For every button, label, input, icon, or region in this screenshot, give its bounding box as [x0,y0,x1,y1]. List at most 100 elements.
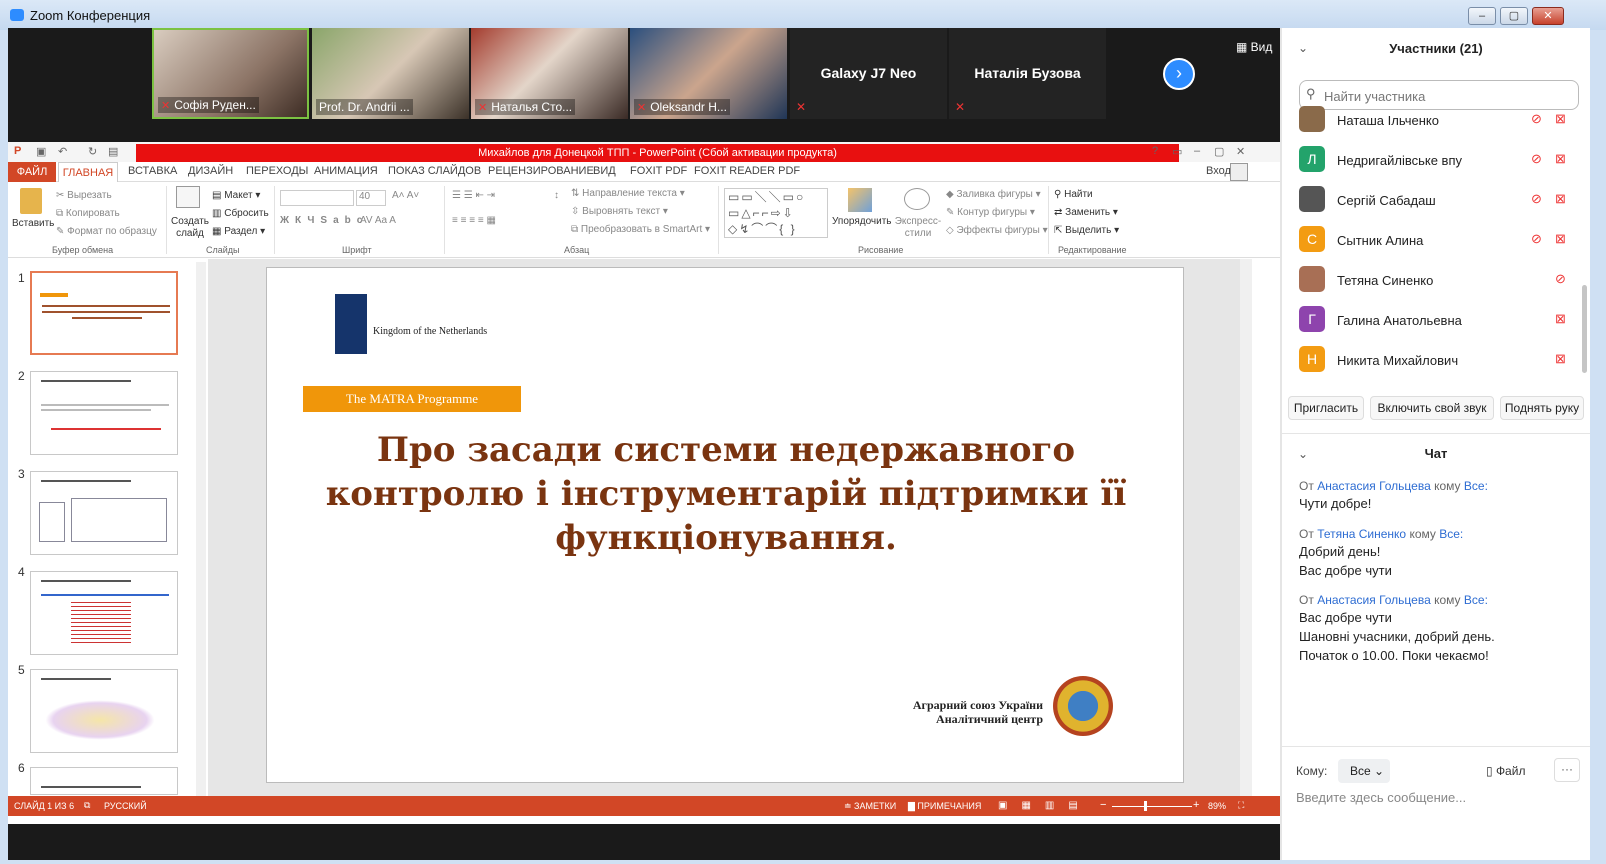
tab-insert[interactable]: ВСТАВКА [128,165,177,177]
slide-thumbnail[interactable] [30,471,178,555]
shape-effects-button[interactable]: ◇ Эффекты фигуры ▾ [946,225,1048,236]
thumbnails-scrollbar[interactable] [196,262,206,802]
tab-design[interactable]: ДИЗАЙН [188,165,233,177]
tab-slideshow[interactable]: ПОКАЗ СЛАЙДОВ [388,165,481,177]
participant-row[interactable]: Г Галина Анатольевна ⊠ [1299,300,1584,340]
quick-styles-button[interactable]: Экспресс-стили [892,216,944,240]
zoom-level[interactable]: 89% [1208,801,1226,811]
tab-file[interactable]: ФАЙЛ [8,162,56,182]
ppt-restore-button[interactable]: ▢ [1214,145,1224,158]
copy-button[interactable]: ⧉ Копировать [56,208,120,219]
slide-thumbnail[interactable] [30,271,178,355]
grow-font-icon[interactable]: A˄ A˅ [392,190,419,201]
font-size-field[interactable]: 40 [356,190,386,206]
comments-button[interactable]: ▇ ПРИМЕЧАНИЯ [908,801,981,812]
video-tile[interactable]: Galaxy J7 Neo ✕ [790,28,947,119]
participant-row[interactable]: Тетяна Синенко ⊘ [1299,260,1584,300]
notes-button[interactable]: ≐ ЗАМЕТКИ [844,801,896,812]
participant-row[interactable]: Н Никита Михайлович ⊠ [1299,340,1584,380]
ribbon-options-icon[interactable]: ▭ [1172,145,1182,158]
video-tile[interactable]: ✕ Софія Руден... [152,28,309,119]
replace-button[interactable]: ⇄ Заменить ▾ [1054,207,1118,218]
slide-thumbnail[interactable] [30,669,178,753]
invite-button[interactable]: Пригласить [1288,396,1364,420]
raise-hand-button[interactable]: Поднять руку [1500,396,1584,420]
slide-thumbnail[interactable] [30,371,178,455]
tab-home[interactable]: ГЛАВНАЯ [58,162,118,183]
video-tile-name: ✕ Софія Руден... [158,97,259,113]
video-tile[interactable]: Наталія Бузова ✕ [949,28,1106,119]
arrange-button[interactable]: Упорядочить [832,216,892,227]
shapes-gallery[interactable]: ▭▭＼＼▭○ ▭△⌐⌐⇨⇩ ◇↯⌒⌒{ } [724,188,828,238]
chat-file-button[interactable]: ▯ Файл [1486,764,1525,778]
redo-icon[interactable]: ↻ [88,145,97,158]
cut-button[interactable]: ✂ Вырезать [56,190,112,201]
section-button[interactable]: ▦ Раздел ▾ [212,226,265,237]
zoom-slider-thumb[interactable] [1144,801,1147,811]
next-page-button[interactable]: › [1163,58,1195,90]
chat-message-input[interactable]: Введите здесь сообщение... [1296,790,1466,805]
undo-icon[interactable]: ↶ [58,145,67,158]
zoom-in-button[interactable]: + [1193,799,1199,811]
slide-thumbnail[interactable] [30,571,178,655]
select-button[interactable]: ⇱ Выделить ▾ [1054,225,1119,236]
view-button[interactable]: ▦ Вид [1236,40,1272,54]
more-options-icon[interactable]: ··· [1554,758,1580,782]
text-direction-button[interactable]: ⇅ Направление текста ▾ [571,188,685,199]
font-name-field[interactable] [280,190,354,206]
format-painter-button[interactable]: ✎ Формат по образцу [56,226,157,237]
tab-foxit-reader[interactable]: FOXIT READER PDF [694,165,800,177]
close-button[interactable]: ✕ [1532,7,1564,25]
ppt-close-button[interactable]: ✕ [1236,145,1245,158]
line-spacing-icon[interactable]: ↕ [554,190,559,201]
bullets-icon[interactable]: ☰ ☰ ⇤ ⇥ [452,190,495,201]
new-slide-button[interactable]: Создать слайд [170,216,210,240]
fit-slide-icon[interactable]: ⛶ [1238,800,1244,811]
video-tile[interactable]: Prof. Dr. Andrii ... [312,28,469,119]
shape-outline-button[interactable]: ✎ Контур фигуры ▾ [946,207,1035,218]
slide-thumbnail[interactable] [30,767,178,795]
reset-button[interactable]: ▥ Сбросить [212,208,269,219]
smartart-button[interactable]: ⧉ Преобразовать в SmartArt ▾ [571,224,710,235]
tab-animation[interactable]: АНИМАЦИЯ [314,165,378,177]
maximize-button[interactable]: ▢ [1500,7,1528,25]
font-spacing-icon[interactable]: AV Aa A [360,215,396,226]
save-icon[interactable]: ▣ [36,145,46,158]
zoom-slider[interactable] [1112,806,1192,807]
participants-scrollbar[interactable] [1582,285,1587,373]
video-tile[interactable]: ✕ Наталья Сто... [471,28,628,119]
slide-scrollbar[interactable] [1240,259,1252,799]
layout-button[interactable]: ▤ Макет ▾ [212,190,260,201]
minimize-button[interactable]: – [1468,7,1496,25]
share-frame-bottom [8,824,1282,860]
view-buttons[interactable]: ▣▦▥▤ [998,800,1092,811]
video-tile[interactable]: ✕ Oleksandr H... [630,28,787,119]
signin-link[interactable]: Вход [1206,165,1231,177]
align-text-button[interactable]: ⇳ Выровнять текст ▾ [571,206,668,217]
slide-canvas[interactable]: Kingdom of the Netherlands The MATRA Pro… [266,267,1184,783]
chat-recipient-select[interactable]: Все ⌄ [1338,759,1390,783]
unmute-button[interactable]: Включить свой звук [1370,396,1494,420]
tab-transitions[interactable]: ПЕРЕХОДЫ [246,165,308,177]
slide-title[interactable]: Про засади системи недержавного контролю… [277,428,1175,560]
tab-foxit-pdf[interactable]: FOXIT PDF [630,165,687,177]
participant-row[interactable]: Сергій Сабадаш ⊘ ⊠ [1299,180,1584,220]
spellcheck-icon[interactable]: ⧉ [84,800,90,811]
find-button[interactable]: ⚲ Найти [1054,189,1093,200]
language-label[interactable]: РУССКИЙ [104,801,147,811]
font-style-buttons[interactable]: ЖКЧSabc [280,215,368,226]
participant-row[interactable]: Наташа Ільченко ⊘ ⊠ [1299,100,1584,140]
tab-review[interactable]: РЕЦЕНЗИРОВАНИЕ [488,165,594,177]
ppt-minimize-button[interactable]: – [1194,145,1200,157]
participant-row[interactable]: С Сытник Алина ⊘ ⊠ [1299,220,1584,260]
matra-banner: The MATRA Programme [303,386,521,412]
help-icon[interactable]: ? [1152,145,1158,157]
paste-button[interactable]: Вставить [12,218,54,229]
tab-view[interactable]: ВИД [593,165,616,177]
user-avatar[interactable] [1230,163,1248,181]
shape-fill-button[interactable]: ◆ Заливка фигуры ▾ [946,189,1041,200]
zoom-out-button[interactable]: − [1100,799,1106,811]
participant-row[interactable]: Л Недригайлівське впу ⊘ ⊠ [1299,140,1584,180]
present-icon[interactable]: ▤ [108,145,118,158]
align-icons[interactable]: ≡ ≡ ≡ ≡ ▦ [452,215,496,226]
